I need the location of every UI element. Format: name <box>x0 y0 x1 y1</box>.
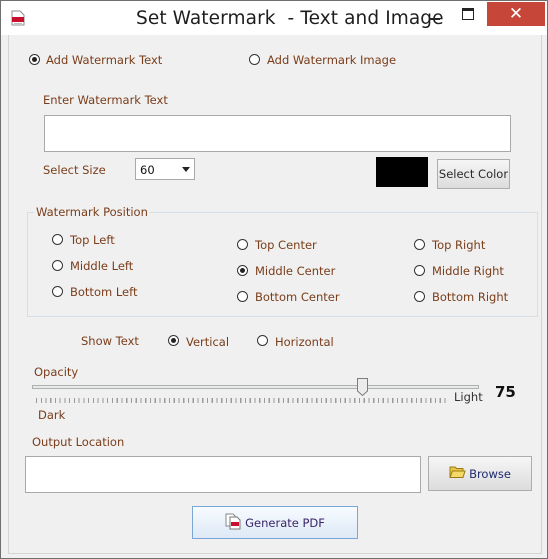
opacity-value: 75 <box>495 383 516 401</box>
position-top-center-label: Top Center <box>255 238 317 252</box>
add-watermark-text-label: Add Watermark Text <box>46 53 163 67</box>
add-watermark-text-radio[interactable] <box>29 54 40 65</box>
watermark-position-title: Watermark Position <box>34 205 150 219</box>
position-bottom-right-radio[interactable] <box>414 291 425 302</box>
pdf-documents-icon <box>225 513 241 533</box>
minimize-icon <box>428 17 440 20</box>
opacity-label: Opacity <box>34 365 79 379</box>
position-bottom-right-label: Bottom Right <box>432 290 509 304</box>
watermark-text-input[interactable] <box>44 115 511 152</box>
opacity-dark-label: Dark <box>38 408 66 422</box>
position-middle-left-label: Middle Left <box>70 259 134 273</box>
horizontal-label: Horizontal <box>275 335 334 349</box>
opacity-light-label: Light <box>454 390 483 404</box>
position-top-center-radio[interactable] <box>237 239 248 250</box>
close-button[interactable]: ✕ <box>487 2 545 26</box>
select-color-button[interactable]: Select Color <box>437 159 510 189</box>
dialog-body: Add Watermark Text Add Watermark Image E… <box>8 35 542 554</box>
size-value: 60 <box>140 163 155 177</box>
position-top-right-radio[interactable] <box>414 239 425 250</box>
position-bottom-left-radio[interactable] <box>52 286 63 297</box>
size-select[interactable]: 60 <box>135 158 195 180</box>
pdf-app-icon <box>11 10 25 26</box>
output-location-input[interactable] <box>25 456 421 493</box>
select-size-label: Select Size <box>43 163 106 177</box>
generate-pdf-button[interactable]: Generate PDF <box>192 506 358 539</box>
set-watermark-window: Set Watermark - Text and Image ✕ Add Wat… <box>0 0 548 559</box>
maximize-button[interactable] <box>453 1 483 27</box>
generate-pdf-label: Generate PDF <box>245 515 325 530</box>
horizontal-radio[interactable] <box>257 335 268 346</box>
color-swatch <box>376 157 428 187</box>
minimize-button[interactable] <box>419 1 449 27</box>
browse-label: Browse <box>469 466 511 481</box>
position-middle-center-radio[interactable] <box>237 265 248 276</box>
position-bottom-left-label: Bottom Left <box>70 285 138 299</box>
position-middle-center-label: Middle Center <box>255 264 336 278</box>
opacity-slider-ticks <box>36 398 446 403</box>
watermark-text-label: Enter Watermark Text <box>43 93 168 107</box>
position-bottom-center-label: Bottom Center <box>255 290 340 304</box>
output-location-label: Output Location <box>32 435 125 449</box>
position-middle-left-radio[interactable] <box>52 260 63 271</box>
vertical-radio[interactable] <box>168 335 179 346</box>
position-top-right-label: Top Right <box>432 238 486 252</box>
position-top-left-label: Top Left <box>70 233 115 247</box>
opacity-slider-track[interactable] <box>32 385 479 389</box>
add-watermark-image-label: Add Watermark Image <box>267 53 397 67</box>
position-bottom-center-radio[interactable] <box>237 291 248 302</box>
position-top-left-radio[interactable] <box>52 234 63 245</box>
position-middle-right-radio[interactable] <box>414 265 425 276</box>
title-bar[interactable]: Set Watermark - Text and Image ✕ <box>1 1 547 35</box>
chevron-down-icon <box>182 167 190 172</box>
window-title: Set Watermark - Text and Image <box>136 8 444 29</box>
opacity-slider-thumb[interactable] <box>357 378 368 397</box>
add-watermark-image-radio[interactable] <box>249 54 260 65</box>
close-icon: ✕ <box>508 4 524 24</box>
position-middle-right-label: Middle Right <box>432 264 504 278</box>
browse-button[interactable]: Browse <box>428 456 532 491</box>
folder-icon <box>449 465 466 482</box>
show-text-label: Show Text <box>81 334 139 348</box>
vertical-label: Vertical <box>186 335 230 349</box>
maximize-icon <box>462 8 474 20</box>
